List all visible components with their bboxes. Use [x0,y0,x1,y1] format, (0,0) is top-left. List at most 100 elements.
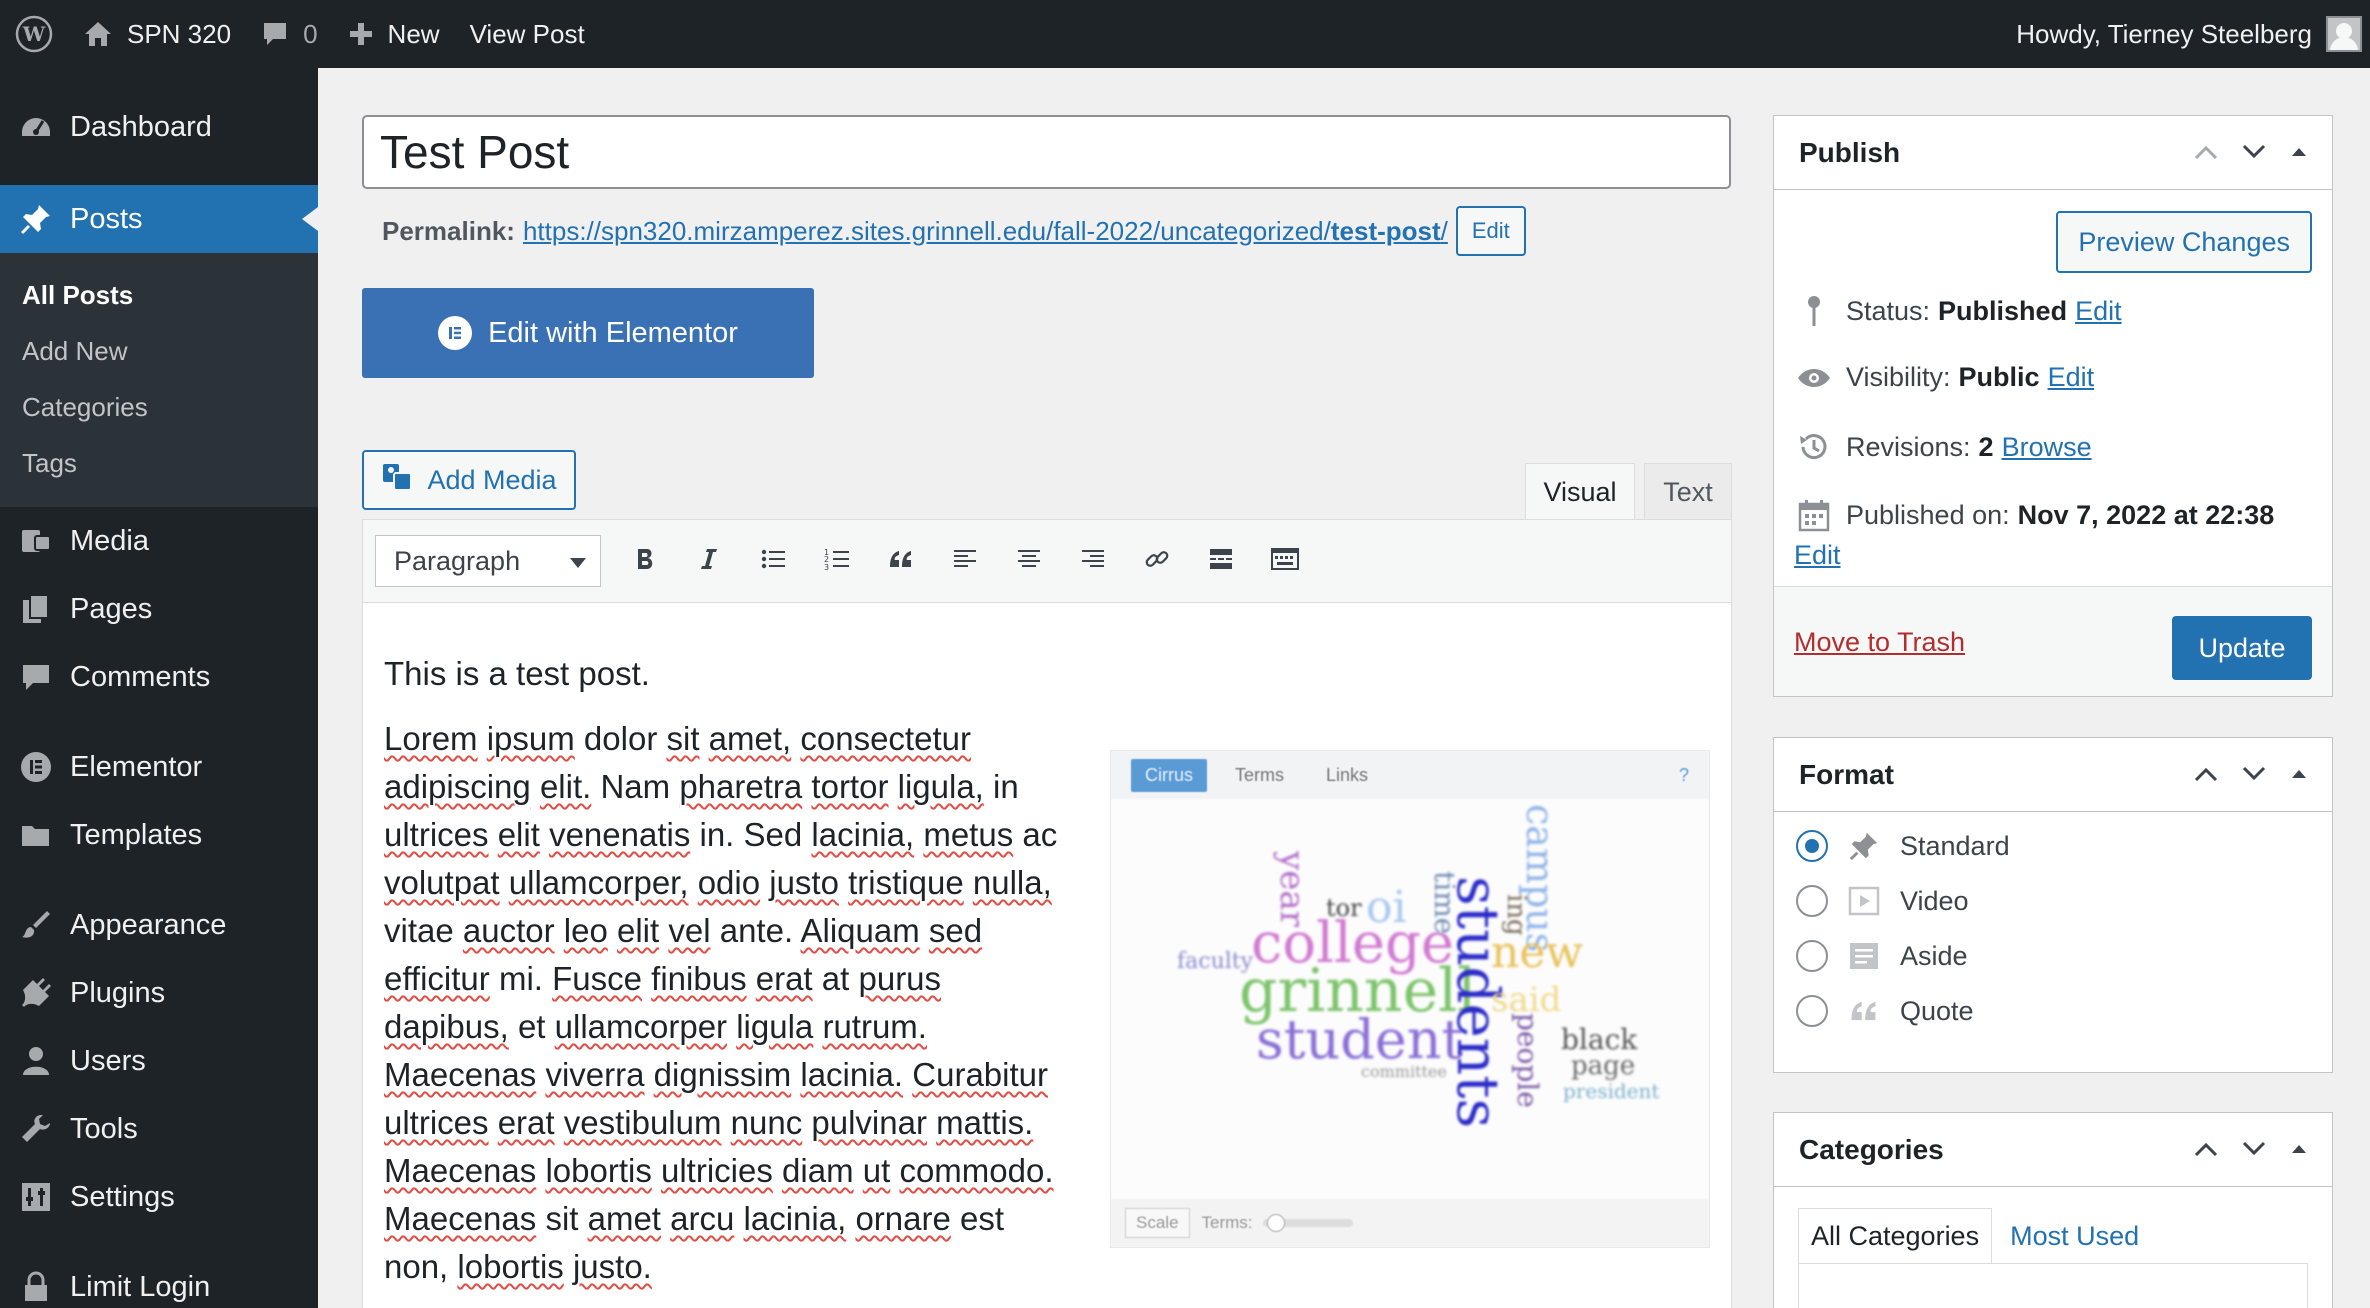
tab-all-categories[interactable]: All Categories [1798,1208,1993,1264]
sidebar-item-limit-login[interactable]: Limit Login [0,1253,318,1308]
move-up-icon[interactable] [2192,137,2220,169]
sidebar-item-users[interactable]: Users [0,1027,318,1095]
sidebar-item-pages[interactable]: Pages [0,575,318,643]
comments-link[interactable]: 0 [246,0,332,68]
format-radio-standard[interactable] [1796,830,1828,862]
intro-paragraph: This is a test post. [384,655,650,692]
format-option-video[interactable]: Video [1796,885,1969,917]
bulleted-list-button[interactable] [741,535,805,587]
sidebar-item-settings[interactable]: Settings [0,1163,318,1231]
format-box-header: Format [1774,738,2332,812]
submenu-categories[interactable]: Categories [0,379,318,435]
word-cloud-image[interactable]: Cirrus Terms Links ? college grinnell st… [1110,750,1710,1248]
tab-visual[interactable]: Visual [1525,463,1635,520]
insert-link-button[interactable] [1125,535,1189,587]
post-title-value: Test Post [380,126,570,178]
format-radio-aside[interactable] [1796,940,1828,972]
site-name-link[interactable]: SPN 320 [68,0,246,68]
lorem-word: tristique [848,864,964,901]
published-on-edit-link[interactable]: Edit [1794,540,1841,571]
add-media-button[interactable]: Add Media [362,450,576,510]
bold-button[interactable] [613,535,677,587]
home-icon [83,20,113,48]
view-post-link[interactable]: View Post [455,0,600,68]
word-cloud-tab-terms: Terms [1235,764,1284,785]
lorem-word: arcu [670,1200,735,1237]
word-cloud-tabs: Cirrus Terms Links ? [1111,751,1709,799]
post-title-input[interactable]: Test Post [362,115,1731,189]
sidebar-item-label: Dashboard [70,110,212,143]
menu-separator [0,869,318,891]
posts-submenu: All Posts Add New Categories Tags [0,253,318,507]
sidebar-item-label: Elementor [70,750,203,783]
format-radio-video[interactable] [1796,885,1828,917]
plus-icon [348,21,374,47]
sidebar-item-templates[interactable]: Templates [0,801,318,869]
menu-separator [0,711,318,733]
keyboard-icon [1270,545,1300,578]
italic-icon [695,545,723,578]
paragraph-format-select[interactable]: Paragraph [375,535,601,587]
tab-text[interactable]: Text [1644,463,1732,520]
blockquote-button[interactable] [869,535,933,587]
move-down-icon[interactable] [2240,1134,2268,1166]
new-content-menu[interactable]: New [333,0,455,68]
sidebar-item-label: Limit Login [70,1270,211,1303]
sidebar-item-comments[interactable]: Comments [0,643,318,711]
collapse-toggle-icon[interactable] [2288,759,2310,791]
move-up-icon[interactable] [2192,1134,2220,1166]
lorem-word: elit [617,912,660,949]
wc-word-student: student [1256,1008,1464,1071]
format-option-standard[interactable]: Standard [1796,830,2010,862]
format-radio-quote[interactable] [1796,995,1828,1027]
move-up-icon[interactable] [2192,759,2220,791]
update-button[interactable]: Update [2172,616,2312,680]
toolbar-toggle-button[interactable] [1253,535,1317,587]
status-edit-link[interactable]: Edit [2075,296,2122,327]
numbered-list-button[interactable]: 123 [805,535,869,587]
lorem-word: Maecenas [384,1152,537,1189]
lorem-word: vitae [384,912,454,949]
lorem-word: ullamcorper, [508,864,689,901]
sidebar-item-media[interactable]: Media [0,507,318,575]
lorem-word: lobortis [545,1152,652,1189]
box-controls [2192,759,2332,791]
format-option-quote[interactable]: Quote [1796,995,1974,1027]
sidebar-item-elementor[interactable]: Elementor [0,733,318,801]
align-center-button[interactable] [997,535,1061,587]
lorem-word: consectetur [800,720,971,757]
submenu-tags[interactable]: Tags [0,435,318,491]
permalink-edit-button[interactable]: Edit [1455,206,1526,256]
collapse-toggle-icon[interactable] [2288,137,2310,169]
sidebar-item-dashboard[interactable]: Dashboard [0,93,318,161]
move-to-trash-link[interactable]: Move to Trash [1794,627,1965,658]
align-right-button[interactable] [1061,535,1125,587]
revisions-browse-link[interactable]: Browse [2002,432,2092,463]
submenu-add-new[interactable]: Add New [0,323,318,379]
edit-with-elementor-button[interactable]: Edit with Elementor [362,288,814,378]
my-account-menu[interactable]: Howdy, Tierney Steelberg [2001,0,2370,68]
italic-button[interactable] [677,535,741,587]
read-more-button[interactable] [1189,535,1253,587]
format-option-aside[interactable]: Aside [1796,940,1968,972]
sidebar-item-posts[interactable]: Posts [0,185,318,253]
move-down-icon[interactable] [2240,137,2268,169]
preview-changes-button[interactable]: Preview Changes [2056,211,2312,273]
visibility-edit-link[interactable]: Edit [2048,362,2095,393]
quote-icon [1846,995,1882,1027]
sidebar-item-tools[interactable]: Tools [0,1095,318,1163]
lorem-word: ultricies [661,1152,773,1189]
sidebar-item-appearance[interactable]: Appearance [0,891,318,959]
align-left-button[interactable] [933,535,997,587]
tab-most-used[interactable]: Most Used [1998,1208,2151,1264]
permalink-link[interactable]: https://spn320.mirzamperez.sites.grinnel… [523,216,1448,247]
wordpress-logo[interactable]: W [0,0,68,68]
lorem-word: in [993,768,1019,805]
submenu-all-posts[interactable]: All Posts [0,267,318,323]
move-down-icon[interactable] [2240,759,2268,791]
sidebar-item-plugins[interactable]: Plugins [0,959,318,1027]
collapse-toggle-icon[interactable] [2288,1134,2310,1166]
status-row: Status: Published Edit [1794,294,2122,328]
sidebar-item-label: Plugins [70,976,166,1009]
brush-icon [16,908,56,942]
